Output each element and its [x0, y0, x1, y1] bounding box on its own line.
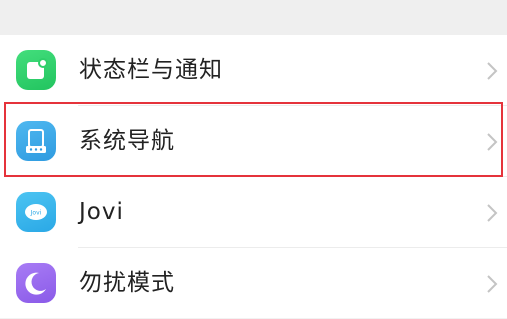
- settings-item-label: 状态栏与通知: [79, 57, 223, 83]
- system-navigation-icon: [16, 121, 56, 161]
- jovi-icon: Jovi: [16, 192, 56, 232]
- top-band: [0, 0, 507, 35]
- chevron-right-icon: [487, 204, 498, 222]
- settings-item-do-not-disturb[interactable]: 勿扰模式: [0, 248, 507, 319]
- status-bar-notification-icon: [16, 50, 56, 90]
- settings-item-system-navigation[interactable]: 系统导航: [0, 106, 507, 177]
- settings-item-label: 系统导航: [79, 128, 175, 154]
- chevron-right-icon: [487, 275, 498, 293]
- settings-item-label: Jovi: [79, 199, 124, 225]
- settings-item-status-bar-notifications[interactable]: 状态栏与通知: [0, 35, 507, 106]
- do-not-disturb-icon: [16, 263, 56, 303]
- chevron-right-icon: [487, 133, 498, 151]
- settings-list: 状态栏与通知 系统导航 Jovi Jovi 勿扰模式: [0, 35, 507, 318]
- chevron-right-icon: [487, 62, 498, 80]
- settings-item-jovi[interactable]: Jovi Jovi: [0, 177, 507, 248]
- settings-item-label: 勿扰模式: [79, 270, 175, 296]
- svg-text:Jovi: Jovi: [30, 210, 42, 217]
